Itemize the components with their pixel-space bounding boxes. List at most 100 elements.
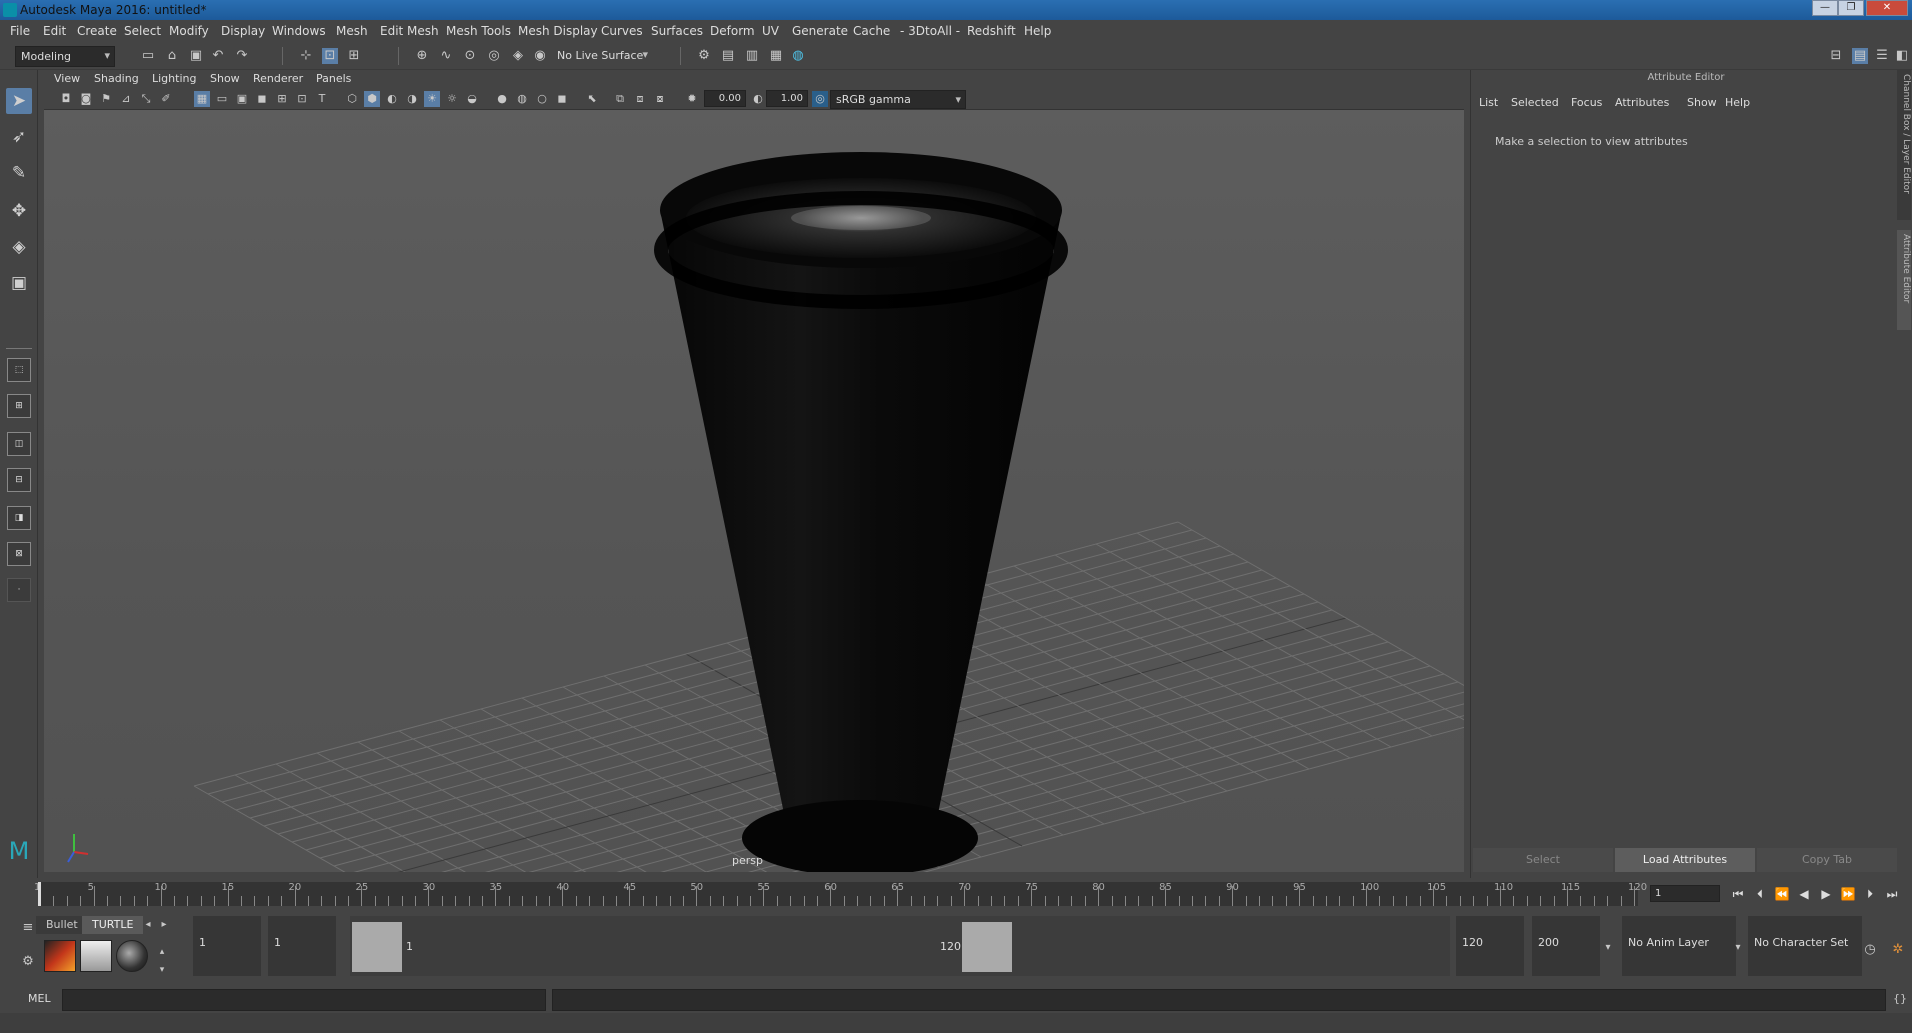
current-time-marker[interactable]	[38, 882, 41, 906]
outliner-persp-layout-icon[interactable]: ◨	[7, 506, 31, 530]
four-view-layout-icon[interactable]: ⊞	[7, 394, 31, 418]
shelf-scroll-left-icon[interactable]: ◂	[140, 917, 156, 933]
menu-3dtoall[interactable]: - 3DtoAll -	[900, 24, 960, 38]
snap-grid-icon[interactable]: ⊕	[414, 48, 430, 64]
current-frame-field[interactable]: 1	[1650, 885, 1720, 902]
anim-start-field[interactable]: 1	[193, 916, 261, 976]
menu-curves[interactable]: Curves	[601, 24, 643, 38]
bookmark-icon[interactable]: ⚑	[98, 91, 114, 107]
anim-layer-field[interactable]: No Anim Layer	[1622, 916, 1736, 976]
shelf-menu-icon[interactable]: ≡	[20, 920, 36, 936]
maximize-button[interactable]: ❐	[1838, 0, 1864, 16]
exposure-field[interactable]: 0.00	[704, 90, 746, 107]
ae-menu-focus[interactable]: Focus	[1571, 96, 1602, 109]
prev-key-icon[interactable]: ⏪	[1774, 886, 1790, 902]
redo-icon[interactable]: ↷	[234, 48, 250, 64]
next-key-icon[interactable]: ⏩	[1840, 886, 1856, 902]
shelf-tab-bullet[interactable]: Bullet	[36, 916, 88, 934]
panel-menu-panels[interactable]: Panels	[316, 72, 351, 85]
step-back-icon[interactable]: ⏴	[1752, 886, 1768, 902]
smooth-shade-icon[interactable]: ⬢	[364, 91, 380, 107]
select-tool-icon[interactable]: ➤	[6, 88, 32, 114]
close-button[interactable]: ✕	[1866, 0, 1908, 16]
shelf-settings-icon[interactable]: ⚙	[20, 954, 36, 970]
range-start-handle[interactable]	[352, 922, 402, 972]
menu-cache[interactable]: Cache	[853, 24, 890, 38]
mode-dropdown[interactable]: Modeling	[15, 46, 115, 67]
camera-attributes-icon[interactable]: ◙	[78, 91, 94, 107]
turtle-render-icon[interactable]	[44, 940, 76, 972]
menu-mesh[interactable]: Mesh	[336, 24, 368, 38]
move-tool-icon[interactable]: ✥	[6, 198, 32, 224]
rotate-tool-icon[interactable]: ◈	[6, 234, 32, 260]
grid-toggle-icon[interactable]: ▦	[194, 91, 210, 107]
script-editor-icon[interactable]: {}	[1892, 991, 1908, 1007]
menu-select[interactable]: Select	[124, 24, 161, 38]
undo-icon[interactable]: ↶	[210, 48, 226, 64]
xray-joints-icon[interactable]: ⧉	[612, 91, 628, 107]
menu-create[interactable]: Create	[77, 24, 117, 38]
color-space-dropdown[interactable]: sRGB gamma	[830, 90, 966, 109]
character-set-field[interactable]: No Character Set	[1748, 916, 1862, 976]
panel-menu-view[interactable]: View	[54, 72, 80, 85]
ae-load-attributes-button[interactable]: Load Attributes	[1615, 848, 1755, 872]
ae-menu-help[interactable]: Help	[1725, 96, 1750, 109]
time-slider-track[interactable]: 1510152025303540455055606570758085909510…	[34, 882, 1647, 906]
ae-select-button[interactable]: Select	[1473, 848, 1613, 872]
scale-tool-icon[interactable]: ▣	[6, 270, 32, 296]
two-d-pan-zoom-icon[interactable]: ⤡	[138, 91, 154, 107]
backface-culling-icon[interactable]: ⧇	[652, 91, 668, 107]
persp-graph-layout-icon[interactable]: ⊟	[7, 468, 31, 492]
play-backward-icon[interactable]: ◀	[1796, 886, 1812, 902]
menu-mesh-display[interactable]: Mesh Display	[518, 24, 598, 38]
auto-key-icon[interactable]: ◷	[1862, 942, 1878, 958]
persp-outliner-layout-icon[interactable]: ◫	[7, 432, 31, 456]
shelf-scroll-down-icon[interactable]: ▾	[154, 962, 170, 978]
safe-title-icon[interactable]: T	[314, 91, 330, 107]
select-object-icon[interactable]: ⊡	[322, 48, 338, 64]
shelf-scroll-up-icon[interactable]: ▴	[154, 944, 170, 960]
save-scene-icon[interactable]: ▣	[188, 48, 204, 64]
safe-action-icon[interactable]: ⊡	[294, 91, 310, 107]
ae-menu-selected[interactable]: Selected	[1511, 96, 1559, 109]
menu-edit-mesh[interactable]: Edit Mesh	[380, 24, 439, 38]
paint-select-tool-icon[interactable]: ✎	[6, 160, 32, 186]
gamma-icon[interactable]: ◐	[750, 91, 766, 107]
snap-surface-icon[interactable]: ◈	[510, 48, 526, 64]
menu-modify[interactable]: Modify	[169, 24, 209, 38]
command-input[interactable]	[62, 989, 546, 1011]
isolate-select-icon[interactable]: ◼	[554, 91, 570, 107]
menu-redshift[interactable]: Redshift	[967, 24, 1016, 38]
render-view-icon[interactable]: ▦	[768, 48, 784, 64]
play-forward-icon[interactable]: ▶	[1818, 886, 1834, 902]
panel-menu-lighting[interactable]: Lighting	[152, 72, 196, 85]
character-set-dropdown-icon[interactable]: ▾	[1730, 940, 1746, 956]
menu-help[interactable]: Help	[1024, 24, 1051, 38]
gamma-field[interactable]: 1.00	[766, 90, 808, 107]
open-scene-icon[interactable]: ⌂	[164, 48, 180, 64]
snap-live-icon[interactable]: ◉	[532, 48, 548, 64]
minimize-button[interactable]: —	[1812, 0, 1838, 16]
panel-menu-renderer[interactable]: Renderer	[253, 72, 303, 85]
menu-file[interactable]: File	[10, 24, 30, 38]
cup-mesh[interactable]	[654, 152, 1068, 872]
range-end-handle[interactable]	[962, 922, 1012, 972]
anim-layer-dropdown-icon[interactable]: ▾	[1600, 940, 1616, 956]
snap-curve-icon[interactable]: ∿	[438, 48, 454, 64]
xray-components-icon[interactable]: ⧈	[632, 91, 648, 107]
film-gate-icon[interactable]: ▭	[214, 91, 230, 107]
depth-of-field-icon[interactable]: ○	[534, 91, 550, 107]
menu-mesh-tools[interactable]: Mesh Tools	[446, 24, 511, 38]
select-hierarchy-icon[interactable]: ⊹	[298, 48, 314, 64]
perspective-viewport[interactable]: persp	[44, 110, 1464, 872]
color-management-icon[interactable]: ◎	[812, 91, 828, 107]
select-component-icon[interactable]: ⊞	[346, 48, 362, 64]
shelf-tab-turtle[interactable]: TURTLE	[82, 916, 144, 934]
attribute-editor-toggle-icon[interactable]: ▤	[1852, 48, 1868, 64]
range-slider-track[interactable]	[350, 916, 1450, 976]
play-end-field[interactable]: 120	[1456, 916, 1524, 976]
textured-icon[interactable]: ◑	[404, 91, 420, 107]
resolution-gate-icon[interactable]: ▣	[234, 91, 250, 107]
more-layouts-icon[interactable]: ·	[7, 578, 31, 602]
panel-menu-shading[interactable]: Shading	[94, 72, 139, 85]
